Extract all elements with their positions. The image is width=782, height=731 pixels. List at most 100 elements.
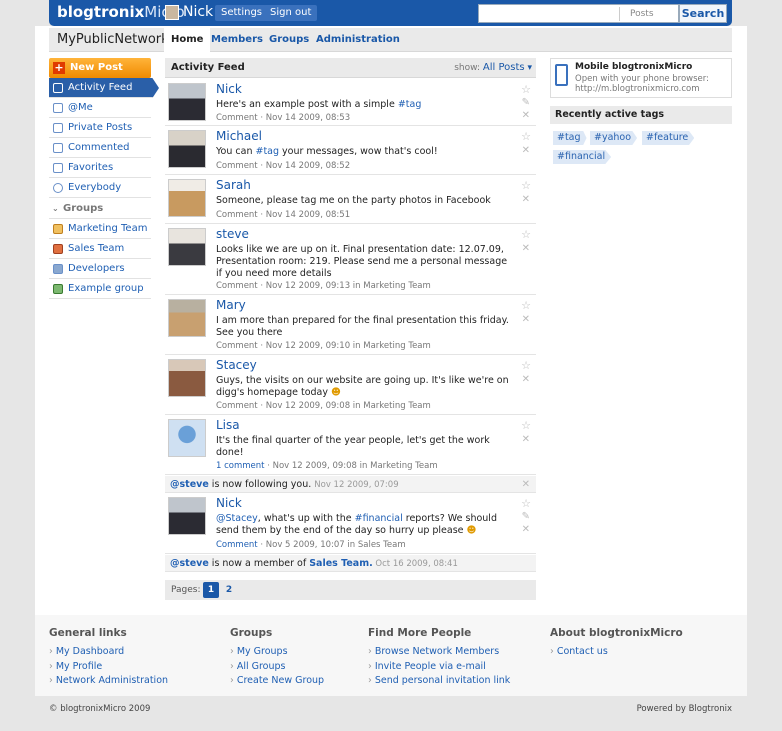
comment-link[interactable]: Comment: [216, 113, 258, 123]
tag-link[interactable]: #financial: [553, 150, 612, 164]
new-post-button[interactable]: + New Post: [49, 58, 151, 78]
footer-link[interactable]: Invite People via e-mail: [368, 660, 510, 675]
close-icon[interactable]: ✕: [522, 110, 530, 121]
comment-link[interactable]: Comment: [216, 281, 258, 291]
user-name[interactable]: Nick: [183, 4, 213, 20]
sidebar-item-everybody[interactable]: Everybody: [49, 178, 151, 198]
star-icon[interactable]: ☆: [521, 130, 531, 143]
avatar[interactable]: [168, 419, 206, 457]
user-avatar[interactable]: [165, 5, 179, 20]
post-group: Sales Team: [357, 540, 406, 550]
close-icon[interactable]: ✕: [522, 524, 530, 535]
star-icon[interactable]: ☆: [521, 359, 531, 372]
sidebar-item-label: Developers: [68, 263, 125, 274]
comment-link[interactable]: Comment: [216, 161, 258, 171]
footer-link[interactable]: Create New Group: [230, 674, 324, 689]
close-icon[interactable]: ✕: [522, 194, 530, 205]
footer-link[interactable]: Network Administration: [49, 674, 168, 689]
post-author[interactable]: Stacey: [216, 358, 257, 372]
sidebar-item-marketing-team[interactable]: Marketing Team: [49, 219, 151, 239]
powered-by[interactable]: Powered by Blogtronix: [637, 704, 732, 714]
star-icon[interactable]: ☆: [521, 419, 531, 432]
feed-filter[interactable]: show: All Posts ▾: [454, 62, 532, 73]
footer-link[interactable]: My Dashboard: [49, 645, 168, 660]
group-link[interactable]: Sales Team.: [309, 558, 373, 569]
tab-administration[interactable]: Administration: [309, 28, 407, 52]
post-author[interactable]: Mary: [216, 298, 246, 312]
sidebar-item-favorites[interactable]: Favorites: [49, 158, 151, 178]
sidebar-item-at-me[interactable]: @Me: [49, 98, 151, 118]
star-icon[interactable]: ☆: [521, 83, 531, 96]
close-icon[interactable]: ✕: [522, 314, 530, 325]
signout-button[interactable]: Sign out: [264, 5, 318, 21]
edit-icon[interactable]: ✎: [522, 511, 530, 522]
user-mention-link[interactable]: @steve: [170, 558, 209, 569]
user-mention-link[interactable]: @Stacey: [216, 513, 258, 524]
comment-link[interactable]: 1 comment: [216, 461, 265, 471]
footer-link[interactable]: My Groups: [230, 645, 324, 660]
footer-link[interactable]: My Profile: [49, 660, 168, 675]
post-tag-link[interactable]: #tag: [255, 146, 279, 157]
avatar[interactable]: [168, 130, 206, 168]
post-meta: Comment · Nov 14 2009, 08:51: [216, 210, 350, 220]
sidebar-item-sales-team[interactable]: Sales Team: [49, 239, 151, 259]
footer-link[interactable]: Browse Network Members: [368, 645, 510, 660]
mobile-url[interactable]: http://m.blogtronixmicro.com: [575, 84, 709, 94]
close-icon[interactable]: ✕: [522, 145, 530, 156]
avatar[interactable]: [168, 228, 206, 266]
notification-text: is now following you.: [208, 479, 315, 490]
page-1-button[interactable]: 1: [203, 582, 219, 598]
user-mention-link[interactable]: @steve: [170, 479, 209, 490]
sidebar-item-commented[interactable]: Commented: [49, 138, 151, 158]
sidebar-item-label: Favorites: [68, 162, 114, 173]
tag-link[interactable]: #feature: [642, 131, 695, 145]
post-text-body: Guys, the visits on our website are goin…: [216, 375, 509, 398]
sidebar-item-private-posts[interactable]: Private Posts: [49, 118, 151, 138]
avatar[interactable]: [168, 179, 206, 217]
post-author[interactable]: Sarah: [216, 178, 251, 192]
post-author[interactable]: Lisa: [216, 418, 240, 432]
comment-link[interactable]: Comment: [216, 401, 258, 411]
search-input[interactable]: [483, 7, 613, 21]
edit-icon[interactable]: ✎: [522, 97, 530, 108]
footer-link[interactable]: Send personal invitation link: [368, 674, 510, 689]
feed-filter-value[interactable]: All Posts: [483, 62, 525, 73]
star-icon[interactable]: ☆: [521, 179, 531, 192]
close-icon[interactable]: ✕: [522, 243, 530, 254]
network-name[interactable]: MyPublicNetwork: [57, 32, 169, 47]
comment-link[interactable]: Comment: [216, 341, 258, 351]
avatar[interactable]: [168, 359, 206, 397]
sidebar-item-activity-feed[interactable]: Activity Feed: [49, 78, 159, 98]
page-2-button[interactable]: 2: [221, 582, 237, 598]
tag-link[interactable]: #yahoo: [590, 131, 638, 145]
sidebar-item-example-group[interactable]: Example group: [49, 279, 151, 299]
post-tag-link[interactable]: #financial: [355, 513, 403, 524]
settings-button[interactable]: Settings: [215, 5, 269, 21]
star-icon[interactable]: ☆: [521, 497, 531, 510]
search-scope-select[interactable]: Posts: [619, 7, 677, 21]
post-author[interactable]: Nick: [216, 496, 242, 510]
tab-members[interactable]: Members: [204, 28, 270, 52]
groups-heading[interactable]: ⌄ Groups: [49, 199, 151, 219]
post-author[interactable]: Michael: [216, 129, 262, 143]
avatar[interactable]: [168, 83, 206, 121]
tag-link[interactable]: #tag: [553, 131, 587, 145]
post-author[interactable]: steve: [216, 227, 249, 241]
mobile-promo-line: Open with your phone browser:: [575, 74, 709, 84]
search-button[interactable]: Search: [679, 4, 727, 23]
close-icon[interactable]: ✕: [522, 476, 530, 493]
comment-link[interactable]: Comment: [216, 540, 258, 550]
sidebar-item-label: Activity Feed: [68, 82, 133, 93]
post-author[interactable]: Nick: [216, 82, 242, 96]
star-icon[interactable]: ☆: [521, 299, 531, 312]
avatar[interactable]: [168, 497, 206, 535]
close-icon[interactable]: ✕: [522, 434, 530, 445]
close-icon[interactable]: ✕: [522, 374, 530, 385]
comment-link[interactable]: Comment: [216, 210, 258, 220]
avatar[interactable]: [168, 299, 206, 337]
star-icon[interactable]: ☆: [521, 228, 531, 241]
sidebar-item-developers[interactable]: Developers: [49, 259, 151, 279]
post-tag-link[interactable]: #tag: [398, 99, 422, 110]
footer-link[interactable]: Contact us: [550, 645, 683, 660]
footer-link[interactable]: All Groups: [230, 660, 324, 675]
